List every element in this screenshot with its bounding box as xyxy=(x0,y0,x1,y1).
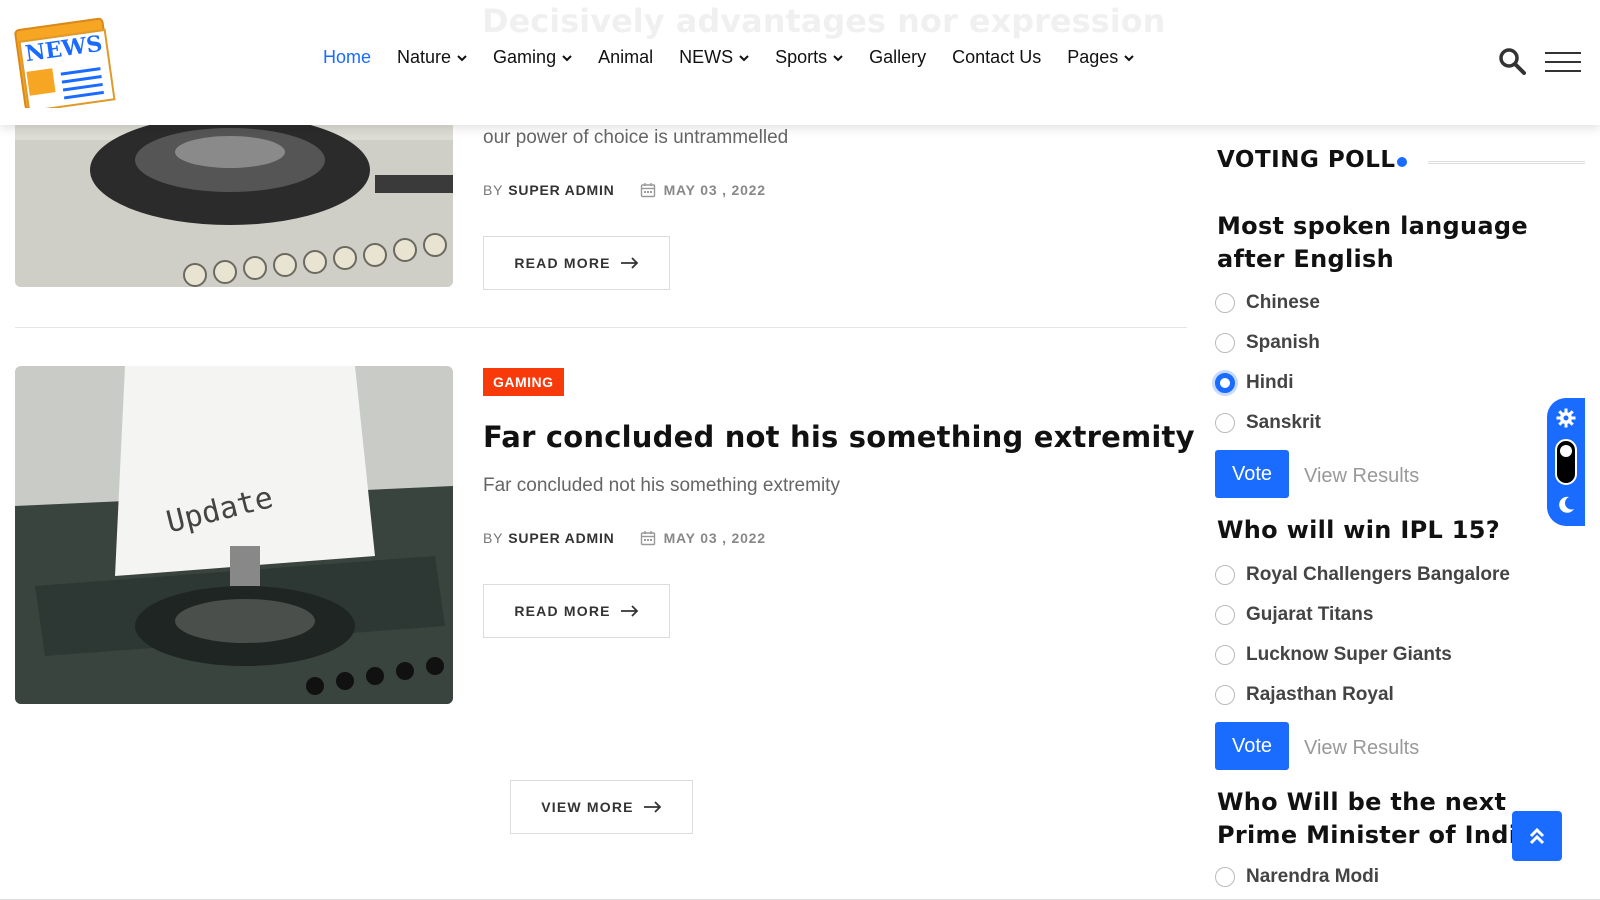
button-label: READ MORE xyxy=(514,603,611,619)
article-meta: BY SUPER ADMIN MAY 03 , 2022 xyxy=(483,182,766,198)
poll-question: Most spoken language after English xyxy=(1217,212,1528,273)
radio-button-checked[interactable] xyxy=(1215,373,1235,393)
article-excerpt: our power of choice is untrammelled xyxy=(483,127,789,148)
meta-date: MAY 03 , 2022 xyxy=(663,182,766,198)
poll-option[interactable]: Spanish xyxy=(1215,332,1320,354)
nav-gallery[interactable]: Gallery xyxy=(869,47,926,68)
poll-question: Who will win IPL 15? xyxy=(1217,516,1500,544)
scrolled-article-title: Decisively advantages nor expression xyxy=(482,2,1166,40)
category-badge[interactable]: GAMING xyxy=(483,368,564,396)
nav-nature[interactable]: Nature xyxy=(397,47,467,68)
nav-pages[interactable]: Pages xyxy=(1067,47,1134,68)
search-icon[interactable] xyxy=(1498,47,1526,75)
poll-option[interactable]: Rajasthan Royal xyxy=(1215,684,1394,706)
view-results-link[interactable]: View Results xyxy=(1304,737,1419,760)
poll-option[interactable]: Hindi xyxy=(1215,372,1294,394)
option-label: Spanish xyxy=(1246,332,1320,353)
nav-label: Gaming xyxy=(493,47,557,67)
option-label: Lucknow Super Giants xyxy=(1246,644,1452,665)
radio-button[interactable] xyxy=(1215,605,1235,625)
dark-mode-toggle[interactable] xyxy=(1555,439,1577,485)
button-label: READ MORE xyxy=(514,255,611,271)
heading-dot xyxy=(1397,157,1407,167)
chevron-down-icon xyxy=(457,54,467,61)
nav-label: Gallery xyxy=(869,47,927,67)
article-image-typewriter-update[interactable]: Update xyxy=(15,366,453,704)
arrow-right-icon xyxy=(620,605,638,617)
option-label: Gujarat Titans xyxy=(1246,604,1374,625)
meta-by: BY xyxy=(483,530,504,546)
option-label: Royal Challengers Bangalore xyxy=(1246,564,1510,585)
theme-switcher xyxy=(1547,398,1585,526)
chevron-down-icon xyxy=(1124,54,1134,61)
view-results-link[interactable]: View Results xyxy=(1304,465,1419,488)
radio-button[interactable] xyxy=(1215,565,1235,585)
poll-option[interactable]: Chinese xyxy=(1215,292,1320,314)
nav-news[interactable]: NEWS xyxy=(679,47,749,68)
calendar-icon xyxy=(640,183,655,198)
nav-label: Pages xyxy=(1067,47,1119,67)
nav-label: Animal xyxy=(598,47,654,67)
nav-label: Home xyxy=(323,47,372,67)
radio-button[interactable] xyxy=(1215,645,1235,665)
option-label: Sanskrit xyxy=(1246,412,1321,433)
radio-button[interactable] xyxy=(1215,867,1235,887)
view-more-button[interactable]: VIEW MORE xyxy=(510,780,693,834)
nav-home[interactable]: Home xyxy=(323,47,371,68)
nav-sports[interactable]: Sports xyxy=(775,47,843,68)
article-divider xyxy=(15,327,1187,328)
nav-gaming[interactable]: Gaming xyxy=(493,47,572,68)
gear-icon[interactable] xyxy=(1556,408,1576,428)
main-nav: Home Nature Gaming Animal NEWS Sports Ga… xyxy=(310,47,1147,68)
arrow-right-icon xyxy=(643,801,662,813)
double-chevron-up-icon xyxy=(1529,827,1545,845)
site-logo[interactable]: NEWS xyxy=(14,16,116,113)
back-to-top-button[interactable] xyxy=(1512,811,1562,861)
moon-icon[interactable] xyxy=(1556,495,1576,515)
nav-animal[interactable]: Animal xyxy=(598,47,653,68)
option-label: Rajasthan Royal xyxy=(1246,684,1394,705)
nav-label: Contact Us xyxy=(952,47,1042,67)
option-label: Narendra Modi xyxy=(1246,866,1380,887)
meta-author[interactable]: SUPER ADMIN xyxy=(508,182,614,198)
option-label: Hindi xyxy=(1246,372,1294,393)
nav-label: NEWS xyxy=(679,47,734,67)
meta-by: BY xyxy=(483,182,504,198)
chevron-down-icon xyxy=(833,54,843,61)
read-more-button[interactable]: READ MORE xyxy=(483,584,670,638)
calendar-icon xyxy=(640,531,655,546)
button-label: VIEW MORE xyxy=(541,799,634,815)
nav-label: Nature xyxy=(397,47,452,67)
nav-contact-us[interactable]: Contact Us xyxy=(952,47,1041,68)
option-label: Chinese xyxy=(1246,292,1320,313)
radio-button[interactable] xyxy=(1215,333,1235,353)
hamburger-menu-icon[interactable] xyxy=(1545,52,1581,72)
poll-option[interactable]: Gujarat Titans xyxy=(1215,604,1373,626)
article-title[interactable]: Far concluded not his something extremit… xyxy=(483,420,1195,454)
read-more-button[interactable]: READ MORE xyxy=(483,236,670,290)
meta-author[interactable]: SUPER ADMIN xyxy=(508,530,614,546)
vote-button[interactable]: Vote xyxy=(1215,450,1289,498)
article-excerpt: Far concluded not his something extremit… xyxy=(483,475,840,496)
poll-heading: VOTING POLL xyxy=(1217,147,1396,173)
chevron-down-icon xyxy=(562,54,572,61)
vote-button[interactable]: Vote xyxy=(1215,722,1289,770)
nav-label: Sports xyxy=(775,47,828,67)
poll-option[interactable]: Sanskrit xyxy=(1215,412,1321,434)
heading-rule xyxy=(1428,161,1585,164)
poll-option[interactable]: Royal Challengers Bangalore xyxy=(1215,564,1510,586)
article-meta: BY SUPER ADMIN MAY 03 , 2022 xyxy=(483,530,766,546)
poll-option[interactable]: Narendra Modi xyxy=(1215,866,1379,888)
chevron-down-icon xyxy=(739,54,749,61)
meta-date: MAY 03 , 2022 xyxy=(663,530,766,546)
radio-button[interactable] xyxy=(1215,685,1235,705)
radio-button[interactable] xyxy=(1215,293,1235,313)
radio-button[interactable] xyxy=(1215,413,1235,433)
poll-option[interactable]: Lucknow Super Giants xyxy=(1215,644,1452,666)
arrow-right-icon xyxy=(620,257,638,269)
